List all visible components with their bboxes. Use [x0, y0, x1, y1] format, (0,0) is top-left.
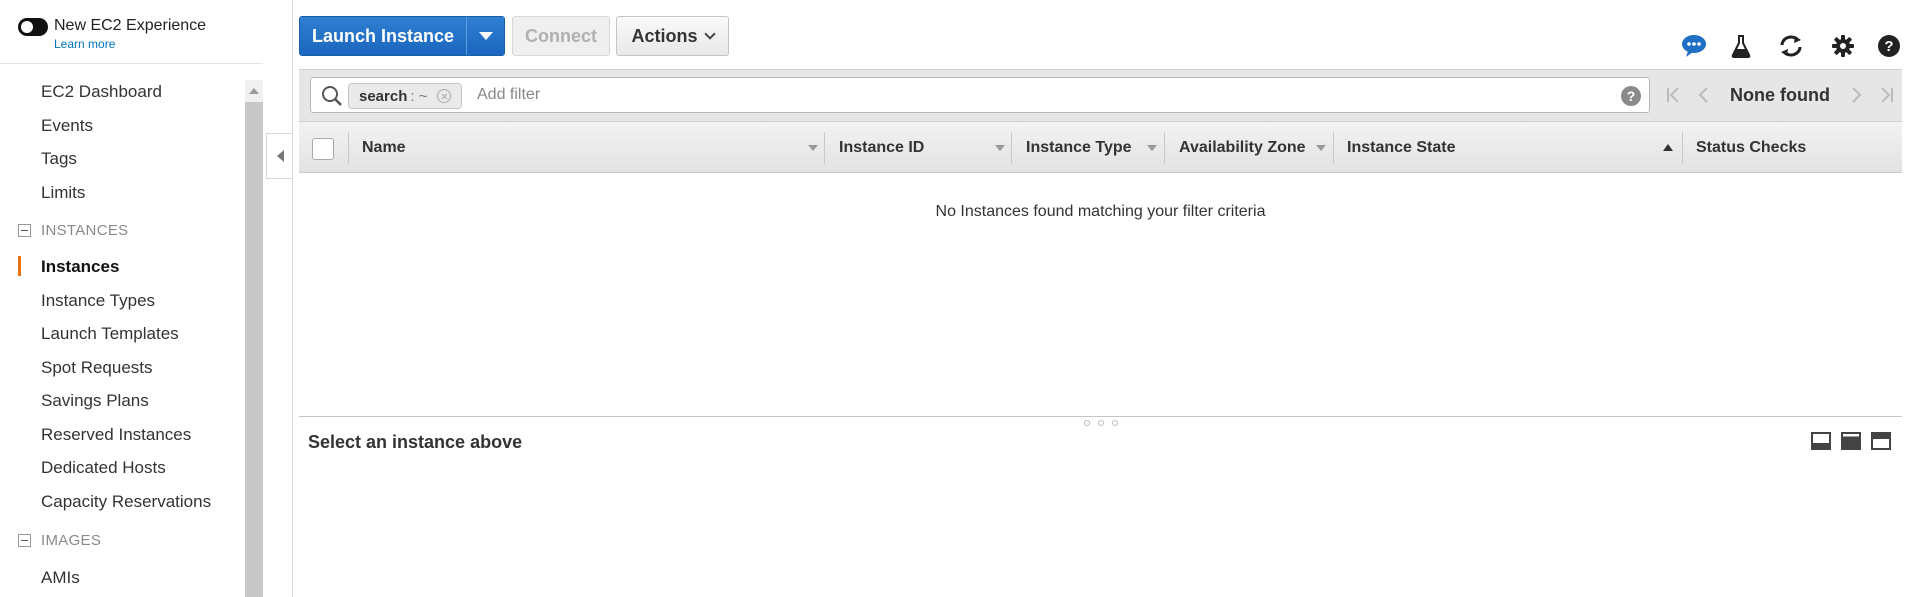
collapse-sidebar-button[interactable] — [266, 133, 293, 179]
column-header-name[interactable]: Name — [362, 122, 406, 174]
column-header-instance-type[interactable]: Instance Type — [1026, 122, 1132, 174]
sidebar: New EC2 Experience Learn more EC2 Dashbo… — [0, 0, 263, 597]
chevron-down-icon — [703, 28, 716, 40]
column-separator[interactable] — [1333, 132, 1334, 164]
prev-page-icon[interactable] — [1688, 80, 1718, 110]
filter-box: search : ~ ? — [310, 77, 1650, 113]
connect-button[interactable]: Connect — [512, 16, 610, 56]
launch-instance-group: Launch Instance — [299, 16, 505, 56]
launch-options-button[interactable] — [466, 17, 504, 55]
select-all-checkbox[interactable] — [312, 138, 334, 160]
learn-more-link[interactable]: Learn more — [54, 36, 206, 52]
column-separator[interactable] — [1164, 132, 1165, 164]
pagination-status: None found — [1730, 84, 1830, 105]
column-separator[interactable] — [1682, 132, 1683, 164]
instances-table-header: Name Instance ID Instance Type Availabil… — [299, 121, 1902, 173]
column-header-status-checks[interactable]: Status Checks — [1696, 122, 1806, 174]
column-separator — [348, 132, 349, 164]
column-header-instance-state[interactable]: Instance State — [1347, 122, 1455, 174]
active-indicator — [18, 256, 21, 276]
filter-chip[interactable]: search : ~ — [348, 83, 463, 109]
sort-icon[interactable] — [808, 145, 818, 151]
sidebar-item-tags[interactable]: Tags — [41, 149, 77, 169]
collapse-icon[interactable] — [18, 224, 31, 237]
sidebar-scrollbar[interactable] — [245, 80, 263, 597]
new-experience-toggle-group: New EC2 Experience Learn more — [18, 16, 206, 52]
new-experience-text: New EC2 Experience Learn more — [54, 16, 206, 52]
add-filter-input[interactable] — [477, 82, 1577, 108]
sidebar-item-dedicated-hosts[interactable]: Dedicated Hosts — [41, 458, 166, 478]
chevron-down-icon — [478, 32, 493, 40]
gear-icon[interactable] — [1830, 33, 1856, 59]
sidebar-section-label: IMAGES — [41, 532, 102, 549]
sidebar-item-spot-requests[interactable]: Spot Requests — [41, 358, 153, 378]
empty-table-message: No Instances found matching your filter … — [935, 203, 1266, 220]
sidebar-divider — [0, 63, 263, 64]
help-icon[interactable]: ? — [1876, 33, 1902, 59]
launch-instance-button[interactable]: Launch Instance — [300, 17, 466, 55]
last-page-icon[interactable] — [1872, 80, 1902, 110]
chevron-left-icon — [276, 150, 284, 162]
sidebar-item-instances[interactable]: Instances — [41, 257, 119, 277]
chat-bubble-icon[interactable] — [1681, 33, 1707, 59]
sidebar-section-instances: INSTANCES — [18, 222, 128, 239]
resize-handle[interactable] — [1084, 420, 1118, 426]
sidebar-border — [292, 0, 293, 597]
collapse-icon[interactable] — [18, 534, 31, 547]
next-page-icon[interactable] — [1842, 80, 1872, 110]
svg-text:?: ? — [1884, 38, 1893, 55]
sidebar-item-reserved-instances[interactable]: Reserved Instances — [41, 425, 191, 445]
first-page-icon[interactable] — [1658, 80, 1688, 110]
column-separator[interactable] — [1011, 132, 1012, 164]
layout-icon[interactable] — [1871, 432, 1891, 450]
sidebar-item-savings-plans[interactable]: Savings Plans — [41, 391, 149, 411]
sidebar-item-launch-templates[interactable]: Launch Templates — [41, 324, 179, 344]
scroll-up-icon[interactable] — [245, 80, 263, 102]
sidebar-item-instance-types[interactable]: Instance Types — [41, 291, 155, 311]
column-header-instance-id[interactable]: Instance ID — [839, 122, 924, 174]
actions-button[interactable]: Actions — [616, 16, 729, 56]
ec2-console: New EC2 Experience Learn more EC2 Dashbo… — [0, 0, 1920, 597]
filter-chip-value: : ~ — [410, 87, 428, 105]
column-separator[interactable] — [824, 132, 825, 164]
layout-icon[interactable] — [1811, 432, 1831, 450]
sidebar-item-amis[interactable]: AMIs — [41, 568, 80, 588]
toggle-knob — [21, 21, 33, 33]
sort-icon[interactable] — [995, 145, 1005, 151]
sort-icon[interactable] — [1316, 145, 1326, 151]
flask-icon[interactable] — [1728, 33, 1754, 59]
clear-icon[interactable] — [437, 89, 452, 103]
search-icon — [321, 85, 343, 107]
filter-chip-key: search — [359, 87, 408, 105]
detail-pane-title: Select an instance above — [308, 432, 523, 452]
pane-divider — [299, 416, 1902, 417]
sidebar-item-ec2-dashboard[interactable]: EC2 Dashboard — [41, 82, 162, 102]
refresh-icon[interactable] — [1778, 33, 1804, 59]
sort-icon[interactable] — [1663, 144, 1673, 151]
sidebar-section-images: IMAGES — [18, 532, 101, 549]
sidebar-item-events[interactable]: Events — [41, 116, 93, 136]
sort-icon[interactable] — [1147, 145, 1157, 151]
pagination: None found — [1658, 77, 1902, 113]
layout-icon[interactable] — [1841, 432, 1861, 450]
column-header-availability-zone[interactable]: Availability Zone — [1179, 122, 1306, 174]
new-experience-toggle[interactable] — [18, 18, 48, 36]
help-icon[interactable]: ? — [1621, 86, 1641, 106]
new-experience-label: New EC2 Experience — [54, 17, 207, 34]
actions-label: Actions — [631, 25, 698, 46]
sidebar-section-label: INSTANCES — [41, 222, 129, 239]
sidebar-item-capacity-reservations[interactable]: Capacity Reservations — [41, 492, 211, 512]
sidebar-item-limits[interactable]: Limits — [41, 183, 85, 203]
